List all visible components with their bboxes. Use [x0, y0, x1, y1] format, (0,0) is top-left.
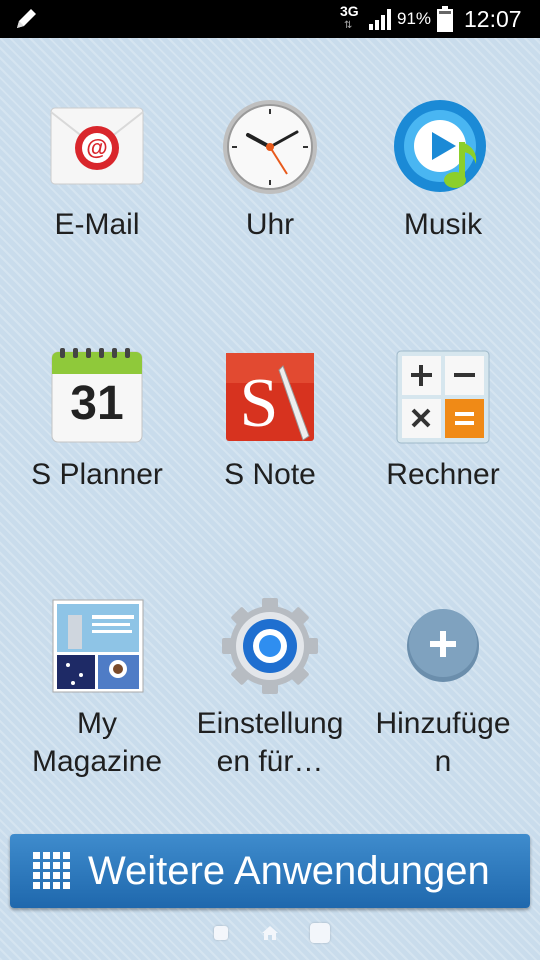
calendar-day: 31 — [70, 377, 124, 430]
battery-icon — [437, 6, 453, 32]
app-music[interactable]: Musik — [353, 98, 533, 258]
email-icon: @ — [50, 107, 144, 185]
app-label: Hinzufüge n — [375, 707, 511, 778]
svg-text:@: @ — [86, 135, 107, 160]
app-label: Rechner — [386, 458, 500, 491]
app-label: S Planner — [31, 458, 163, 491]
app-label: Musik — [403, 208, 483, 241]
app-s-note[interactable]: S S Note — [180, 348, 360, 508]
app-my-magazine[interactable]: My Magazine — [7, 597, 187, 787]
home-page-icon[interactable] — [261, 924, 279, 942]
app-label: E-Mail — [54, 208, 140, 241]
add-icon — [407, 609, 479, 682]
clock-icon — [223, 100, 317, 194]
more-apps-label: Weitere Anwendungen — [88, 849, 490, 893]
music-icon — [394, 100, 486, 192]
app-s-planner[interactable]: 31 S Planner — [7, 348, 187, 508]
more-apps-button[interactable]: Weitere Anwendungen — [10, 834, 530, 908]
add-shortcut-button[interactable]: Hinzufüge n — [353, 597, 533, 787]
signal-icon — [369, 9, 391, 30]
network-type: 3G — [340, 3, 359, 19]
status-time: 12:07 — [464, 6, 522, 32]
apps-grid-icon — [33, 852, 70, 889]
page-indicator — [0, 920, 540, 950]
app-clock[interactable]: Uhr — [180, 98, 360, 258]
app-email[interactable]: @ E-Mail — [7, 98, 187, 258]
battery-percent: 91% — [397, 9, 432, 28]
svg-text:S: S — [240, 365, 279, 442]
app-settings-shortcut[interactable]: Einstellung en für… — [180, 597, 360, 787]
magazine-icon — [52, 599, 144, 693]
page-dot[interactable] — [214, 926, 228, 940]
app-label: Uhr — [245, 208, 295, 241]
network-indicator: 3G ⇅ — [340, 3, 362, 35]
settings-icon — [222, 598, 318, 694]
app-label: My Magazine — [31, 707, 163, 778]
data-arrows-icon: ⇅ — [344, 20, 352, 31]
page-dot-current[interactable] — [310, 923, 330, 943]
s-note-icon: S — [226, 353, 314, 442]
calculator-icon — [396, 350, 490, 444]
app-label: Einstellung en für… — [196, 707, 344, 778]
status-bar: 3G ⇅ 91% 12:07 — [0, 0, 540, 38]
pencil-icon — [17, 9, 36, 28]
calendar-icon: 31 — [48, 348, 146, 446]
app-label: S Note — [224, 458, 316, 491]
app-calculator[interactable]: Rechner — [353, 348, 533, 508]
